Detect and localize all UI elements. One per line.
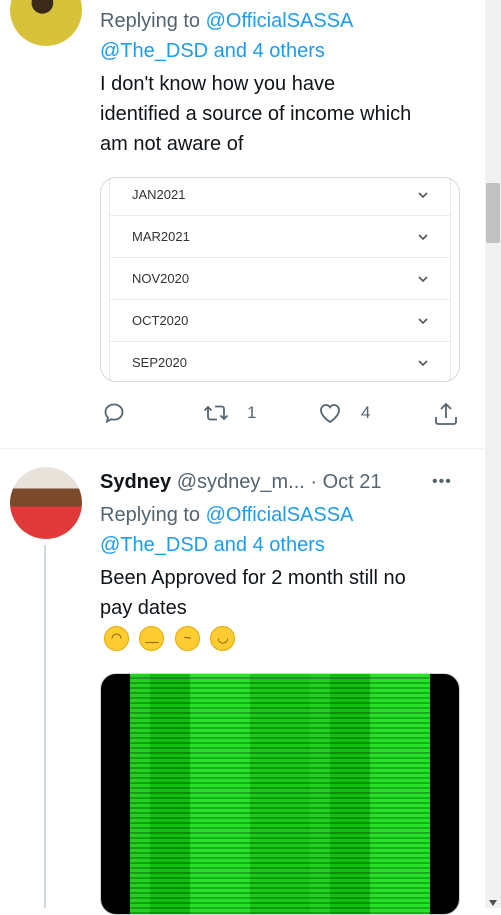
tweet-date[interactable]: · Oct 21 (310, 471, 381, 493)
month-dropdown-list: JAN2021 MAR2021 NOV2020 OCT2020 SEP2020 (109, 178, 451, 381)
tweet-text-line: identified a source of income which (100, 103, 412, 125)
more-options-button[interactable]: ••• (432, 467, 452, 497)
month-label: MAR2021 (132, 229, 190, 244)
retweet-icon (203, 405, 229, 421)
chevron-down-icon (418, 191, 428, 198)
upside-down-face-icon: ◠ (104, 626, 129, 651)
mention-others[interactable]: @The_DSD and 4 others (100, 530, 325, 560)
reply-button[interactable] (102, 401, 126, 425)
share-icon (435, 402, 457, 425)
chevron-down-icon (418, 359, 428, 366)
like-count: 4 (361, 403, 371, 422)
month-label: SEP2020 (132, 355, 187, 370)
month-row[interactable]: NOV2020 (110, 258, 450, 300)
avatar[interactable] (10, 0, 82, 46)
thread-line (44, 545, 46, 908)
reply-icon (104, 403, 124, 424)
chevron-down-icon (418, 233, 428, 240)
replying-to-line: Replying to @OfficialSASSA (100, 6, 480, 36)
mention-others[interactable]: @The_DSD and 4 others (100, 36, 325, 66)
retweet-button[interactable]: 1 (203, 401, 256, 425)
tweet-divider (0, 448, 486, 449)
retweet-count: 1 (247, 403, 257, 422)
replying-to-line: Replying to @OfficialSASSA (100, 500, 480, 530)
scroll-down-arrow[interactable] (489, 900, 497, 906)
slightly-smiling-face-icon: ◡ (210, 626, 236, 651)
confused-face-icon: ~ (174, 626, 200, 651)
tweet-image[interactable] (100, 673, 460, 915)
month-row[interactable]: MAR2021 (110, 216, 450, 258)
chevron-down-icon (418, 317, 428, 324)
tweet-text-line: am not aware of (100, 133, 244, 155)
chevron-down-icon (418, 275, 428, 282)
mention-officialsassa[interactable]: @OfficialSASSA (206, 504, 354, 526)
month-row[interactable]: JAN2021 (110, 178, 450, 216)
month-label: OCT2020 (132, 313, 189, 328)
month-row[interactable]: SEP2020 (110, 342, 450, 381)
tweet-image[interactable]: JAN2021 MAR2021 NOV2020 OCT2020 SEP2020 (100, 177, 460, 382)
tweet-text-line: Been Approved for 2 month still no (100, 567, 406, 589)
user-name[interactable]: Sydney (100, 471, 171, 493)
emoji-row: ◠ ﹏ ~ ◡ (104, 626, 241, 652)
like-icon (320, 404, 340, 424)
tweet-header: Sydney @sydney_m... · Oct 21 (100, 467, 480, 497)
scrollbar-thumb[interactable] (486, 183, 500, 243)
replying-to-label: Replying to (100, 10, 201, 32)
tweet-text-line: pay dates (100, 597, 187, 619)
share-button[interactable] (433, 401, 459, 427)
avatar[interactable] (10, 467, 82, 539)
user-handle[interactable]: @sydney_m... (177, 471, 305, 493)
tweet-text-line: I don't know how you have (100, 73, 336, 95)
month-label: JAN2021 (132, 187, 186, 202)
like-button[interactable]: 4 (317, 401, 370, 425)
sad-relieved-face-icon: ﹏ (139, 626, 165, 651)
scrollbar[interactable] (485, 0, 501, 908)
replying-to-label: Replying to (100, 504, 201, 526)
month-label: NOV2020 (132, 271, 190, 286)
mention-officialsassa[interactable]: @OfficialSASSA (206, 10, 354, 32)
image-content (130, 674, 430, 914)
month-row[interactable]: OCT2020 (110, 300, 450, 342)
